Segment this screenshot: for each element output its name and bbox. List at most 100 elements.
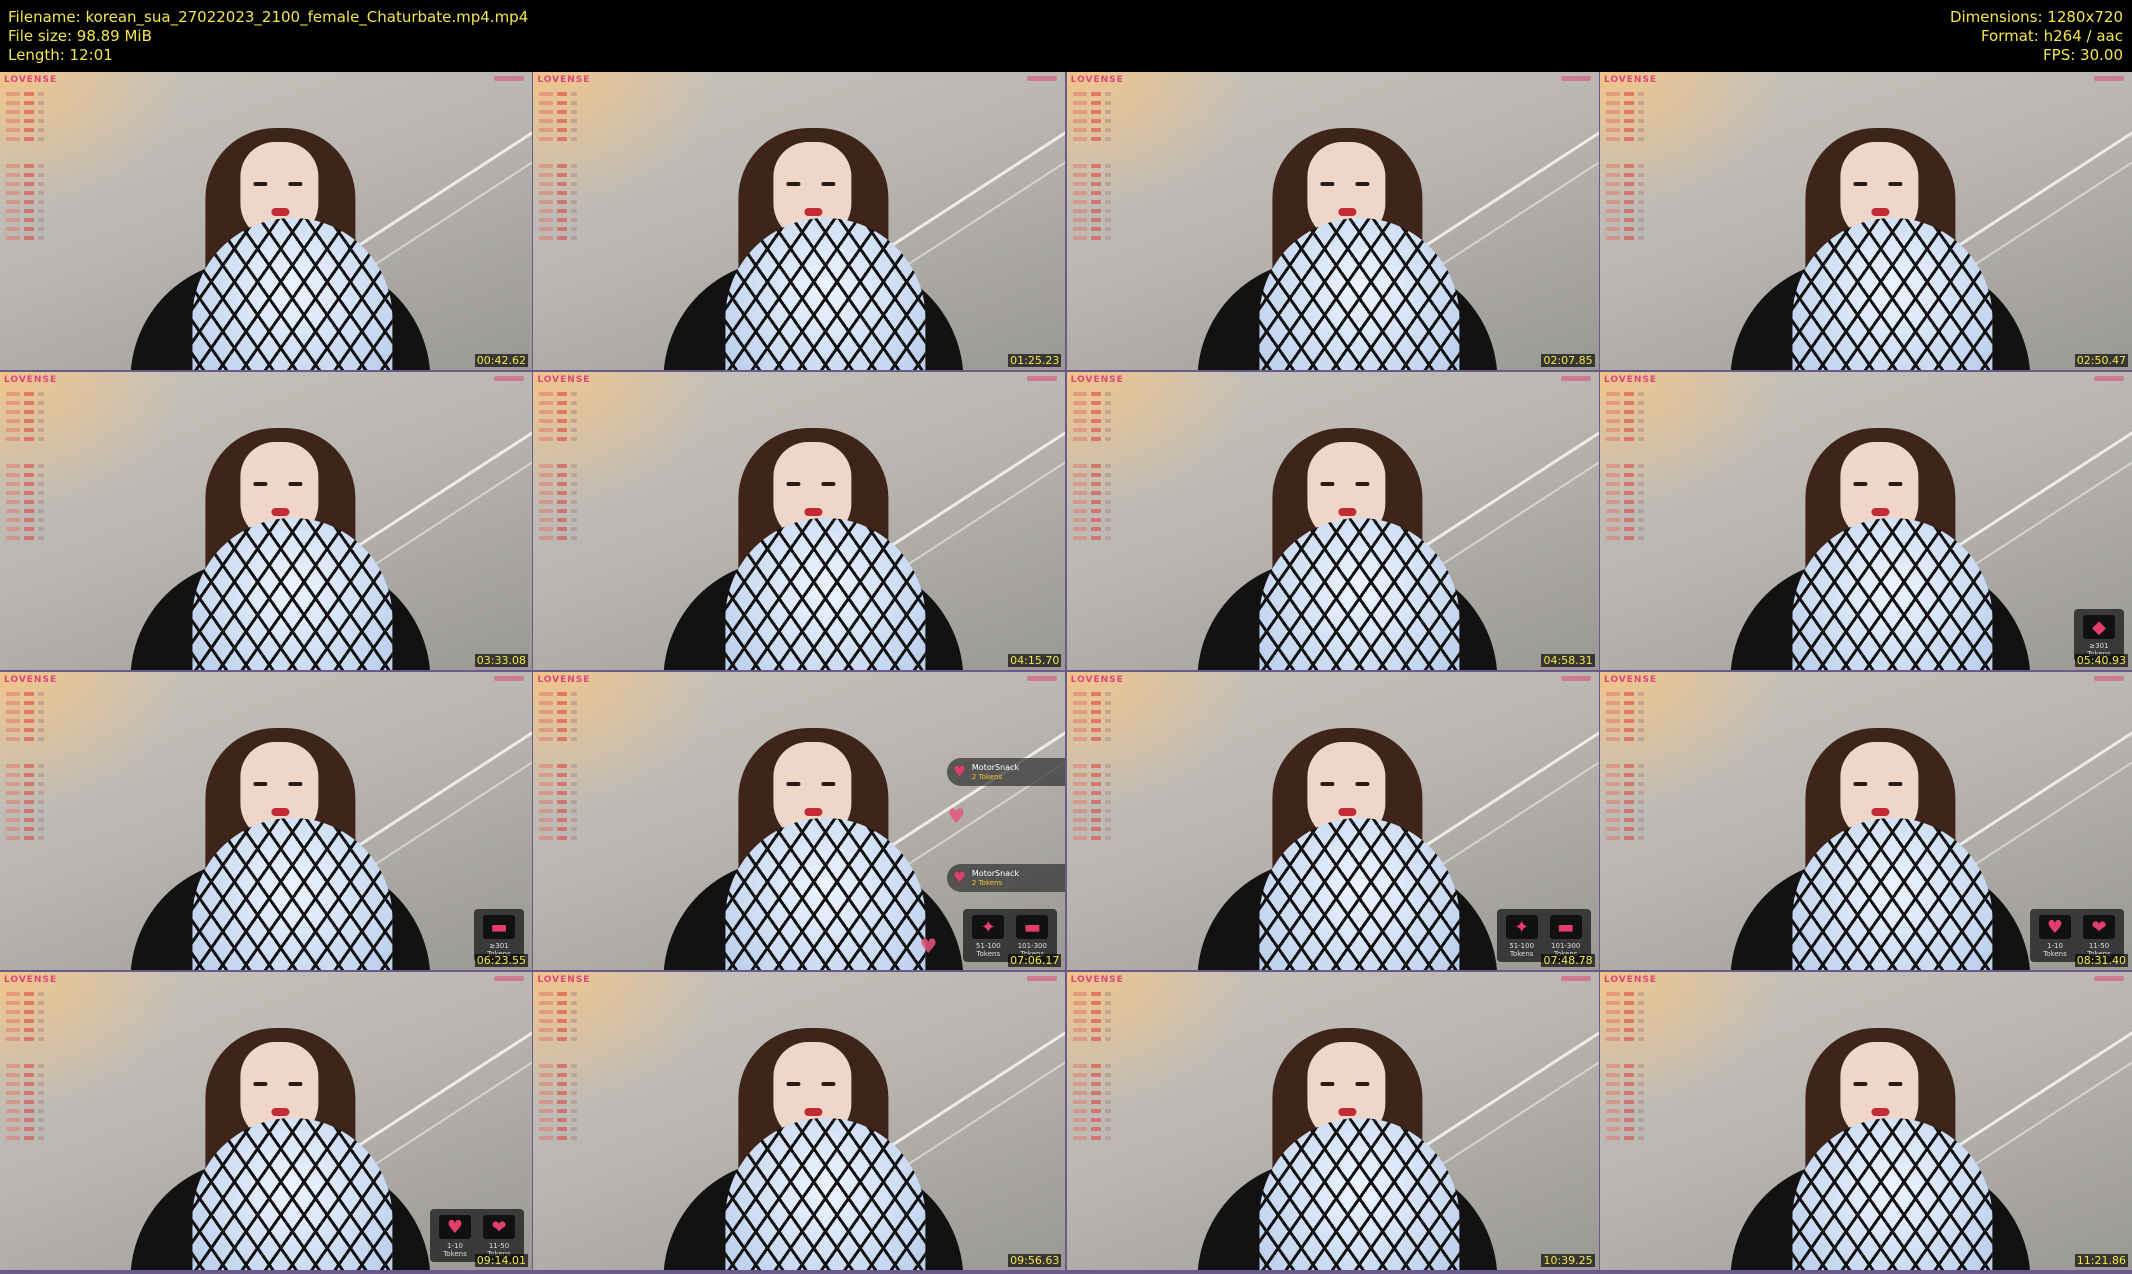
timestamp: 04:58.31: [1541, 654, 1595, 667]
overlay-badge: [2093, 376, 2124, 381]
tip-menu-overlay: [539, 88, 599, 245]
timestamp: 05:40.93: [2074, 654, 2128, 667]
video-thumbnail[interactable]: LOVENSE 09:56.63: [533, 972, 1066, 1270]
tip-level: ♥ 1-10 Tokens: [436, 1215, 474, 1258]
length-label: Length: 12:01: [8, 46, 113, 64]
tip-menu-overlay: [1072, 688, 1133, 845]
timestamp: 09:14.01: [474, 1254, 528, 1267]
reward-icon: ◆: [2082, 615, 2115, 639]
tip-level-label: 1-10 Tokens: [2043, 942, 2067, 958]
brand-logo: LOVENSE: [537, 675, 591, 685]
video-thumbnail[interactable]: LOVENSE ◆≥301 Tokens05:40.93: [1599, 372, 2132, 670]
video-subject: [1700, 390, 2060, 670]
thumbnail-grid: LOVENSE 00:42.62 LOVENSE 01:25.23 LOVENSE 02:…: [0, 72, 2132, 1274]
overlay-badge: [1027, 376, 1058, 381]
overlay-badge: [494, 676, 524, 681]
brand-logo: LOVENSE: [1070, 75, 1124, 85]
brand-logo: LOVENSE: [4, 975, 58, 985]
brand-logo: LOVENSE: [4, 375, 58, 385]
video-thumbnail[interactable]: LOVENSE 04:58.31: [1066, 372, 1599, 670]
reward-icon: ♥: [2038, 915, 2071, 939]
video-subject: [634, 690, 994, 970]
video-subject: [634, 990, 994, 1270]
brand-logo: LOVENSE: [537, 75, 591, 85]
video-subject: [100, 990, 460, 1270]
file-info: Filename: korean_sua_27022023_2100_femal…: [8, 8, 528, 65]
video-thumbnail[interactable]: LOVENSE 10:39.25: [1066, 972, 1599, 1270]
video-subject: [100, 390, 460, 670]
reward-icon: ✦: [972, 915, 1005, 939]
reward-icon: ❤: [2082, 915, 2115, 939]
fps-label: FPS: 30.00: [2043, 46, 2123, 64]
timestamp: 01:25.23: [1008, 354, 1062, 367]
video-thumbnail[interactable]: LOVENSE 04:15.70: [533, 372, 1066, 670]
tip-level-label: 51-100 Tokens: [975, 942, 1001, 958]
timestamp: 04:15.70: [1008, 654, 1062, 667]
tip-level-label: 51-100 Tokens: [1509, 942, 1535, 958]
tip-menu-overlay: [539, 688, 599, 845]
brand-logo: LOVENSE: [4, 75, 58, 85]
tip-menu-overlay: [539, 388, 599, 545]
video-subject: [100, 90, 460, 370]
timestamp: 02:50.47: [2074, 354, 2128, 367]
heart-icon: ♥: [947, 804, 966, 828]
video-thumbnail[interactable]: LOVENSE ▬≥301 Tokens06:23.55: [0, 672, 532, 970]
tipper-name: MotorSnack: [971, 763, 1020, 772]
tip-menu-overlay: [6, 88, 66, 245]
video-subject: [1167, 990, 1527, 1270]
timestamp: 03:33.08: [474, 654, 528, 667]
timestamp: 07:48.78: [1541, 954, 1595, 967]
video-subject: [634, 90, 994, 370]
overlay-badge: [1560, 976, 1591, 981]
timestamp: 11:21.86: [2074, 1254, 2128, 1267]
tip-menu-overlay: [1605, 388, 1666, 545]
tip-level: ❤11-50 Tokens: [480, 1215, 518, 1258]
tip-menu-overlay: [1072, 88, 1133, 245]
brand-logo: LOVENSE: [1070, 675, 1124, 685]
reward-icon: ▬: [1016, 915, 1049, 939]
video-thumbnail[interactable]: LOVENSE 00:42.62: [0, 72, 532, 370]
tip-menu-overlay: [1605, 988, 1666, 1145]
filename-label: Filename: korean_sua_27022023_2100_femal…: [8, 8, 529, 26]
video-thumbnail[interactable]: LOVENSE ♥ MotorSnack 2 Tokens ♥ MotorSnack 2 T…: [533, 672, 1066, 970]
tip-level: ◆≥301 Tokens: [2080, 615, 2118, 658]
overlay-badge: [2093, 76, 2124, 81]
overlay-badge: [2093, 976, 2124, 981]
overlay-badge: [1027, 976, 1058, 981]
reward-icon: ▬: [483, 915, 515, 939]
brand-logo: LOVENSE: [4, 675, 58, 685]
overlay-badge: [1560, 376, 1591, 381]
video-thumbnail[interactable]: LOVENSE ♥ 1-10 Tokens ❤11-50 Tokens09:14.01: [0, 972, 532, 1270]
timestamp: 07:06.17: [1008, 954, 1062, 967]
video-thumbnail[interactable]: LOVENSE 03:33.08: [0, 372, 532, 670]
video-thumbnail[interactable]: LOVENSE 02:07.85: [1066, 72, 1599, 370]
video-thumbnail[interactable]: LOVENSE 02:50.47: [1599, 72, 2132, 370]
brand-logo: LOVENSE: [1603, 975, 1658, 985]
brand-logo: LOVENSE: [1603, 675, 1658, 685]
tip-menu-overlay: [1072, 388, 1133, 545]
video-thumbnail[interactable]: LOVENSE ✦ 51-100 Tokens ▬101-300 Tokens07:4…: [1066, 672, 1599, 970]
tip-menu-overlay: [1072, 988, 1133, 1145]
video-thumbnail[interactable]: LOVENSE 01:25.23: [533, 72, 1066, 370]
video-thumbnail[interactable]: LOVENSE 11:21.86: [1599, 972, 2132, 1270]
brand-logo: LOVENSE: [1603, 375, 1658, 385]
tipper-name: MotorSnack: [971, 869, 1020, 878]
video-subject: [1167, 90, 1527, 370]
tip-amount: 2 Tokens: [971, 879, 1003, 887]
overlay-badge: [494, 76, 524, 81]
overlay-badge: [1560, 676, 1591, 681]
video-thumbnail[interactable]: LOVENSE ♥ 1-10 Tokens ❤11-50 Tokens08:31.40: [1599, 672, 2132, 970]
tip-level: ❤11-50 Tokens: [2080, 915, 2118, 958]
brand-logo: LOVENSE: [1603, 75, 1658, 85]
tip-menu-overlay: [6, 388, 66, 545]
overlay-badge: [1027, 76, 1058, 81]
overlay-badge: [494, 976, 524, 981]
tip-amount: 2 Tokens: [971, 773, 1003, 781]
tip-notification: ♥ MotorSnack 2 Tokens: [947, 758, 1066, 786]
tip-menu-overlay: [6, 688, 66, 845]
tip-level: ▬101-300 Tokens: [1547, 915, 1585, 958]
video-subject: [634, 390, 994, 670]
video-subject: [1700, 990, 2060, 1270]
timestamp: 00:42.62: [474, 354, 528, 367]
timestamp: 02:07.85: [1541, 354, 1595, 367]
